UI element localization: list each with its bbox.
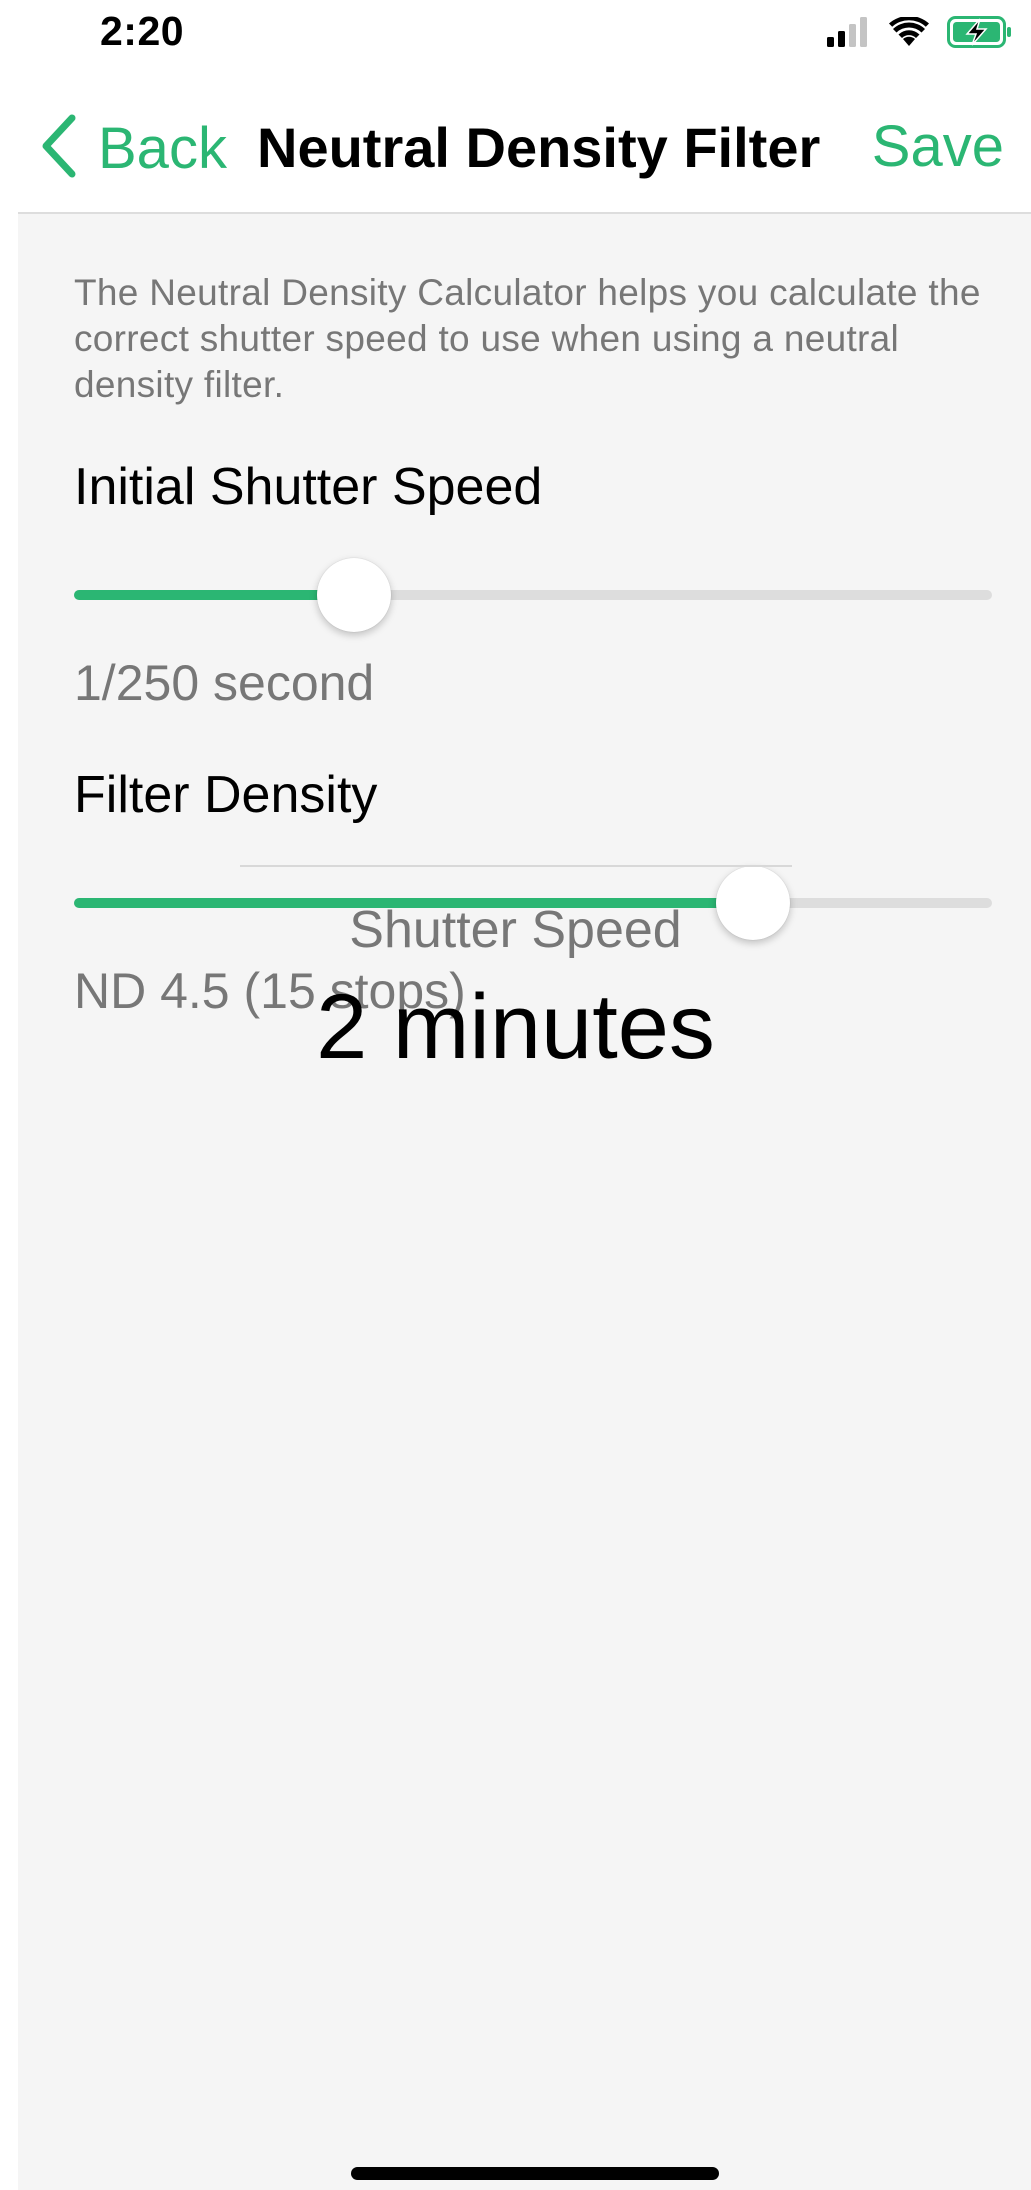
back-label: Back (98, 115, 227, 181)
battery-charging-icon (947, 15, 1013, 53)
status-time: 2:20 (100, 8, 185, 54)
description-text: The Neutral Density Calculator helps you… (74, 272, 981, 405)
slider-thumb[interactable] (316, 558, 391, 632)
wifi-icon (889, 15, 929, 52)
home-indicator[interactable] (351, 2167, 719, 2180)
navigation-bar: Back Neutral Density Filter Save (0, 75, 1031, 212)
initial-shutter-speed-slider[interactable] (74, 555, 992, 635)
result-divider (240, 865, 792, 867)
result-value: 2 minutes (316, 976, 715, 1078)
initial-shutter-speed-label: Initial Shutter Speed (74, 458, 543, 516)
initial-shutter-speed-value: 1/250 second (74, 655, 375, 711)
cellular-signal-icon (827, 16, 871, 52)
slider-fill (74, 590, 354, 600)
calculator-panel: The Neutral Density Calculator helps you… (18, 212, 1031, 2190)
back-button[interactable]: Back (40, 113, 227, 183)
filter-density-label: Filter Density (74, 766, 378, 824)
result-label: Shutter Speed (349, 901, 682, 959)
chevron-left-icon (40, 114, 76, 183)
status-bar: 2:20 (0, 0, 1031, 75)
page-title: Neutral Density Filter (257, 116, 821, 179)
save-button[interactable]: Save (872, 113, 1004, 180)
status-icons (827, 14, 1013, 54)
